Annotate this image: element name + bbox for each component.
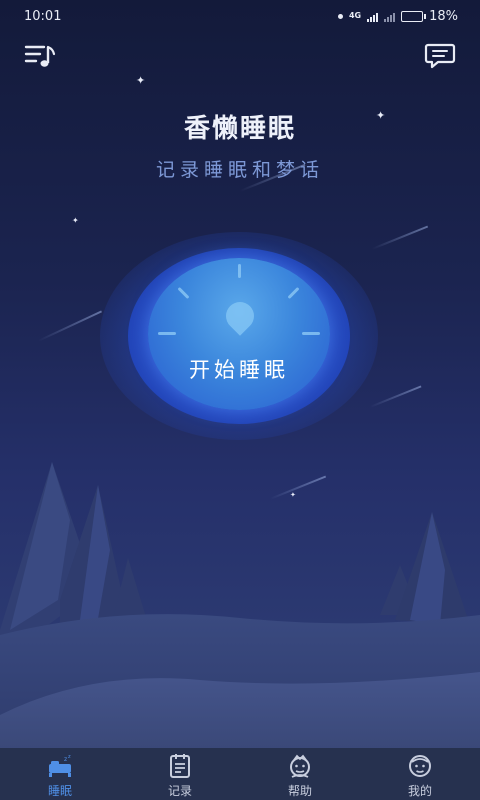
app-title: 香懒睡眠 [183, 114, 296, 144]
music-playlist-icon[interactable] [22, 40, 58, 72]
profile-face-icon [409, 755, 431, 777]
battery-icon [401, 10, 427, 22]
dial-tick [177, 286, 190, 300]
dial-tick [158, 332, 176, 335]
help-face-icon [290, 754, 310, 778]
meteor [369, 385, 422, 408]
nav-tab-records[interactable]: 记录 [120, 748, 240, 800]
status-indicators: 4G 18% [337, 8, 458, 24]
svg-text:z: z [68, 754, 71, 760]
star-icon: ✦ [72, 216, 79, 225]
status-time: 10:01 [24, 8, 62, 24]
nav-tab-profile[interactable]: 我的 [360, 748, 480, 800]
start-sleep-button[interactable]: 开始睡眠 [148, 258, 330, 410]
message-icon[interactable] [422, 40, 458, 72]
star-icon: ✦ [136, 74, 146, 87]
nav-label-sleep: 睡眠 [47, 784, 72, 798]
signal-strength-icon [367, 11, 379, 22]
dial-tick [238, 264, 241, 278]
meteor [371, 225, 428, 250]
nav-label-records: 记录 [167, 784, 192, 798]
battery-percent: 18% [429, 8, 458, 24]
meteor [37, 310, 102, 342]
notification-dot-icon [337, 13, 343, 19]
network-type: 4G [348, 11, 362, 20]
status-bar: 10:01 4G 18% [0, 0, 480, 32]
app-subtitle: 记录睡眠和梦话 [155, 159, 324, 181]
nav-label-profile: 我的 [407, 784, 432, 798]
dial-pointer-icon [220, 296, 260, 336]
notebook-icon [170, 754, 190, 778]
nav-tab-sleep[interactable]: z z 睡眠 [0, 748, 120, 800]
dial-tick [302, 332, 320, 335]
sleep-home-screen: 10:01 4G 18% ✦ ✦ ✦ ✦ 香懒睡眠 记录睡眠和梦话 开始睡眠 z… [0, 0, 480, 800]
svg-text:z: z [64, 756, 67, 763]
bottom-nav: z z 睡眠 记录 帮助 我的 [0, 748, 480, 800]
dial-tick [287, 286, 300, 300]
nav-label-help: 帮助 [287, 784, 312, 798]
bed-icon: z z [49, 754, 71, 777]
mountain-landscape [0, 462, 480, 750]
signal-strength-2-icon [384, 11, 396, 22]
start-sleep-label: 开始睡眠 [189, 358, 289, 382]
nav-tab-help[interactable]: 帮助 [240, 748, 360, 800]
